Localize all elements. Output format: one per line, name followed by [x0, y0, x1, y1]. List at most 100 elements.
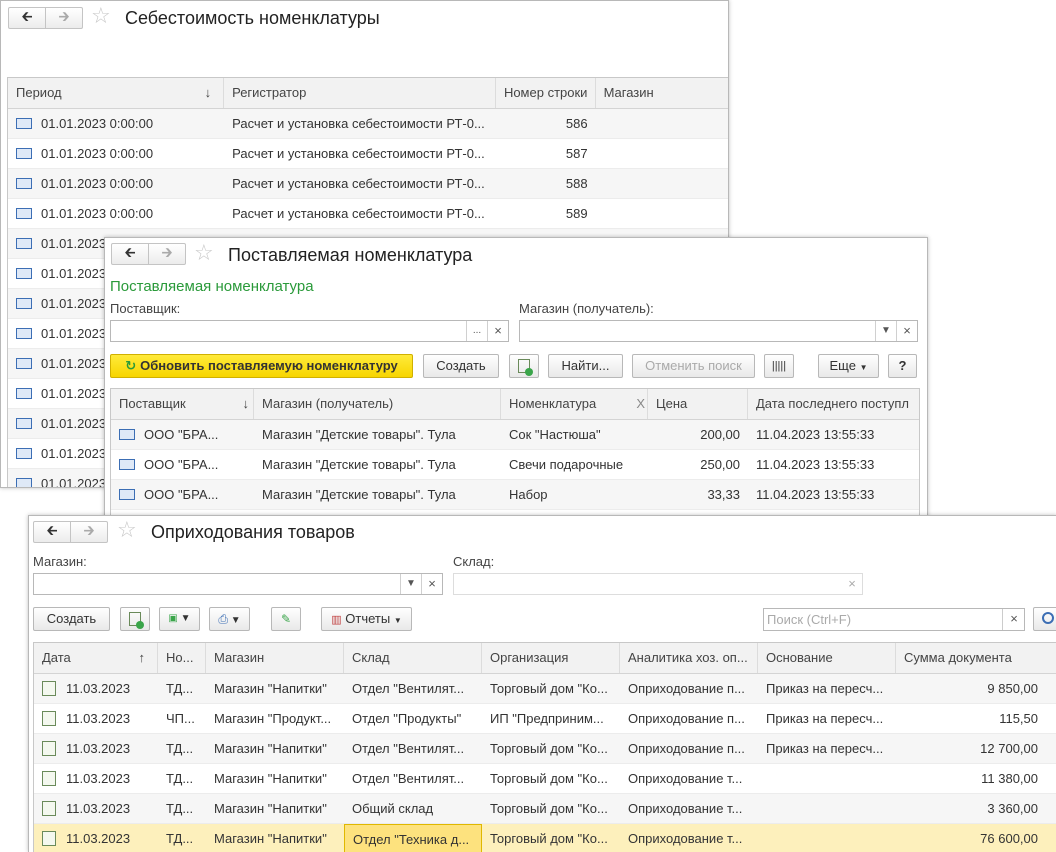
- clear-icon[interactable]: ×: [842, 574, 862, 594]
- col-basis[interactable]: Основание: [758, 643, 896, 673]
- dropdown-icon[interactable]: ▼: [400, 574, 421, 594]
- cell-supplier: ООО "БРА...: [111, 480, 254, 509]
- cell-date: 11.03.2023: [34, 794, 158, 823]
- add-copy-icon[interactable]: [120, 607, 150, 631]
- table-row[interactable]: 11.03.2023 ТД... Магазин "Напитки" Отдел "В…: [34, 734, 1056, 764]
- cell-basis: [758, 764, 896, 793]
- warehouse-label: Склад:: [453, 554, 495, 569]
- cell-sum: 3 360,00: [987, 801, 1038, 816]
- col-registrar[interactable]: Регистратор: [224, 78, 496, 108]
- cell-analytics: Оприходование т...: [628, 771, 743, 786]
- cell-number: ТД...: [166, 831, 194, 846]
- favorite-star-icon[interactable]: ☆: [117, 517, 137, 543]
- back-arrow-icon[interactable]: 🡰: [34, 522, 70, 542]
- col-number[interactable]: Но...: [158, 643, 206, 673]
- col-item[interactable]: Номенклатура Х: [501, 389, 648, 419]
- create-button[interactable]: Создать: [33, 607, 110, 631]
- cell-store: Магазин "Детские товары". Тула: [262, 427, 456, 442]
- back-arrow-icon[interactable]: 🡰: [9, 8, 45, 28]
- more-button[interactable]: Еще ▼: [818, 354, 879, 378]
- clear-icon[interactable]: ×: [896, 321, 917, 341]
- nav-buttons: 🡰 🡲: [33, 521, 108, 543]
- table-row[interactable]: 11.03.2023 ТД... Магазин "Напитки" Общий ск…: [34, 794, 1056, 824]
- search-icon[interactable]: [1033, 607, 1056, 631]
- refresh-supplied-button[interactable]: ↻ Обновить поставляемую номенклатуру: [110, 354, 413, 378]
- supplier-field[interactable]: ... ×: [110, 320, 509, 342]
- store-label: Магазин:: [33, 554, 87, 569]
- table-row[interactable]: ООО "БРА... Магазин "Детские товары". Тул…: [111, 420, 919, 450]
- col-warehouse[interactable]: Склад: [344, 643, 482, 673]
- clear-icon[interactable]: ×: [421, 574, 442, 594]
- dropdown-icon[interactable]: ▼: [875, 321, 896, 341]
- forward-arrow-icon[interactable]: 🡲: [45, 8, 82, 28]
- create-based-on-icon[interactable]: ▣ ▼: [159, 607, 200, 631]
- col-operation-analytics[interactable]: Аналитика хоз. оп...: [620, 643, 758, 673]
- table-row[interactable]: 11.03.2023 ТД... Магазин "Напитки" Отдел "Т…: [34, 824, 1056, 852]
- col-store[interactable]: Магазин: [206, 643, 344, 673]
- sort-desc-icon: ↓: [204, 85, 212, 100]
- store-recipient-field[interactable]: ▼ ×: [519, 320, 918, 342]
- cell-organization: Торговый дом "Ко...: [490, 831, 608, 846]
- select-dots-button[interactable]: ...: [466, 321, 487, 341]
- table-row[interactable]: 11.03.2023 ТД... Магазин "Напитки" Отдел "В…: [34, 674, 1056, 704]
- add-copy-icon[interactable]: [509, 354, 539, 378]
- col-organization[interactable]: Организация: [482, 643, 620, 673]
- table-row[interactable]: 01.01.2023 0:00:00 Расчет и установка себ…: [8, 139, 728, 169]
- table-row[interactable]: 11.03.2023 ЧП... Магазин "Продукт... Отдел …: [34, 704, 1056, 734]
- col-store[interactable]: Магазин: [596, 78, 728, 108]
- create-button[interactable]: Создать: [423, 354, 499, 378]
- back-arrow-icon[interactable]: 🡰: [112, 244, 148, 264]
- cell-warehouse: Отдел "Вентилят...: [352, 741, 465, 756]
- col-document-sum[interactable]: Сумма документа: [896, 643, 1056, 673]
- table-row[interactable]: 11.03.2023 ТД... Магазин "Напитки" Отдел "В…: [34, 764, 1056, 794]
- cell-analytics: Оприходование т...: [628, 801, 743, 816]
- posted-document-icon: [42, 741, 56, 757]
- grid-header: Поставщик ↓ Магазин (получатель) Номенкла…: [111, 389, 919, 420]
- forward-arrow-icon[interactable]: 🡲: [148, 244, 185, 264]
- register-record-icon: [16, 358, 32, 370]
- table-row[interactable]: 01.01.2023 0:00:00 Расчет и установка себ…: [8, 199, 728, 229]
- warehouse-field[interactable]: ×: [453, 573, 863, 595]
- print-icon[interactable]: ⎙ ▼: [209, 607, 250, 631]
- col-line-number[interactable]: Номер строки: [496, 78, 596, 108]
- cancel-search-button[interactable]: Отменить поиск: [632, 354, 755, 378]
- cell-number: ТД...: [166, 771, 194, 786]
- col-last-receipt-date[interactable]: Дата последнего поступл: [748, 389, 919, 419]
- cell-registrar: Расчет и установка себестоимости РТ-0...: [232, 176, 485, 191]
- col-period[interactable]: Период ↓: [8, 78, 225, 108]
- store-field[interactable]: ▼ ×: [33, 573, 443, 595]
- cell-sum: 9 850,00: [987, 681, 1038, 696]
- reports-button[interactable]: ▥ Отчеты ▼: [321, 607, 412, 631]
- col-price[interactable]: Цена: [648, 389, 748, 419]
- barcode-icon[interactable]: |||||: [764, 354, 794, 378]
- table-row[interactable]: ООО "БРА... Магазин "Детские товары". Тул…: [111, 480, 919, 510]
- cell-store: [596, 169, 728, 198]
- cell-basis: Приказ на пересч...: [766, 741, 884, 756]
- window-title: Оприходования товаров: [151, 522, 355, 542]
- help-button[interactable]: ?: [888, 354, 917, 378]
- table-row[interactable]: 01.01.2023 0:00:00 Расчет и установка себ…: [8, 169, 728, 199]
- forward-arrow-icon[interactable]: 🡲: [70, 522, 107, 542]
- cell-date: 11.03.2023: [34, 764, 158, 793]
- col-store-recipient[interactable]: Магазин (получатель): [254, 389, 501, 419]
- favorite-star-icon[interactable]: ☆: [91, 3, 111, 29]
- store-label: Магазин (получатель):: [519, 301, 654, 316]
- clear-icon[interactable]: ×: [487, 321, 508, 341]
- cell-line-number: 587: [565, 146, 588, 161]
- register-record-icon: [16, 388, 32, 400]
- sort-desc-icon: ↓: [242, 396, 250, 411]
- cell-date: 11.04.2023 13:55:33: [756, 457, 875, 472]
- col-supplier[interactable]: Поставщик ↓: [111, 389, 254, 419]
- col-date[interactable]: Дата ↑: [34, 643, 158, 673]
- table-row[interactable]: 01.01.2023 0:00:00 Расчет и установка себ…: [8, 109, 728, 139]
- cell-basis: [758, 824, 896, 852]
- edit-history-icon[interactable]: ✎: [271, 607, 301, 631]
- table-row[interactable]: ООО "БРА... Магазин "Детские товары". Тул…: [111, 450, 919, 480]
- find-button[interactable]: Найти...: [548, 354, 623, 378]
- window-supplied-items: 🡰 🡲 ☆ Поставляемая номенклатура Поставля…: [104, 237, 928, 529]
- favorite-star-icon[interactable]: ☆: [194, 240, 214, 266]
- clear-icon[interactable]: ×: [1002, 609, 1025, 630]
- search-input[interactable]: Поиск (Ctrl+F) ×: [763, 608, 1025, 631]
- grid-header: Период ↓ Регистратор Номер строки Магазин: [8, 78, 728, 109]
- posted-document-icon: [42, 831, 56, 847]
